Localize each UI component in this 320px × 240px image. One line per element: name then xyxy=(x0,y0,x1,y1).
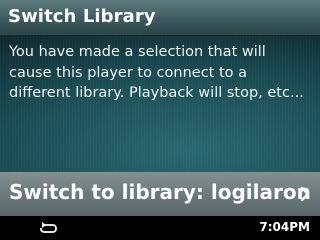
title-bar: Switch Library xyxy=(0,0,320,36)
switch-library-screen: Switch Library You have made a selection… xyxy=(0,0,320,240)
page-title: Switch Library xyxy=(8,6,156,27)
switch-library-label: Switch to library: logilaron xyxy=(9,180,311,204)
repeat-icon xyxy=(40,222,57,233)
status-bar: 7:04PM xyxy=(0,216,320,240)
switch-library-button[interactable]: Switch to library: logilaron xyxy=(0,172,320,216)
message-text: You have made a selection that will caus… xyxy=(9,44,304,101)
chevron-right-icon xyxy=(300,186,310,202)
clock: 7:04PM xyxy=(259,220,310,234)
